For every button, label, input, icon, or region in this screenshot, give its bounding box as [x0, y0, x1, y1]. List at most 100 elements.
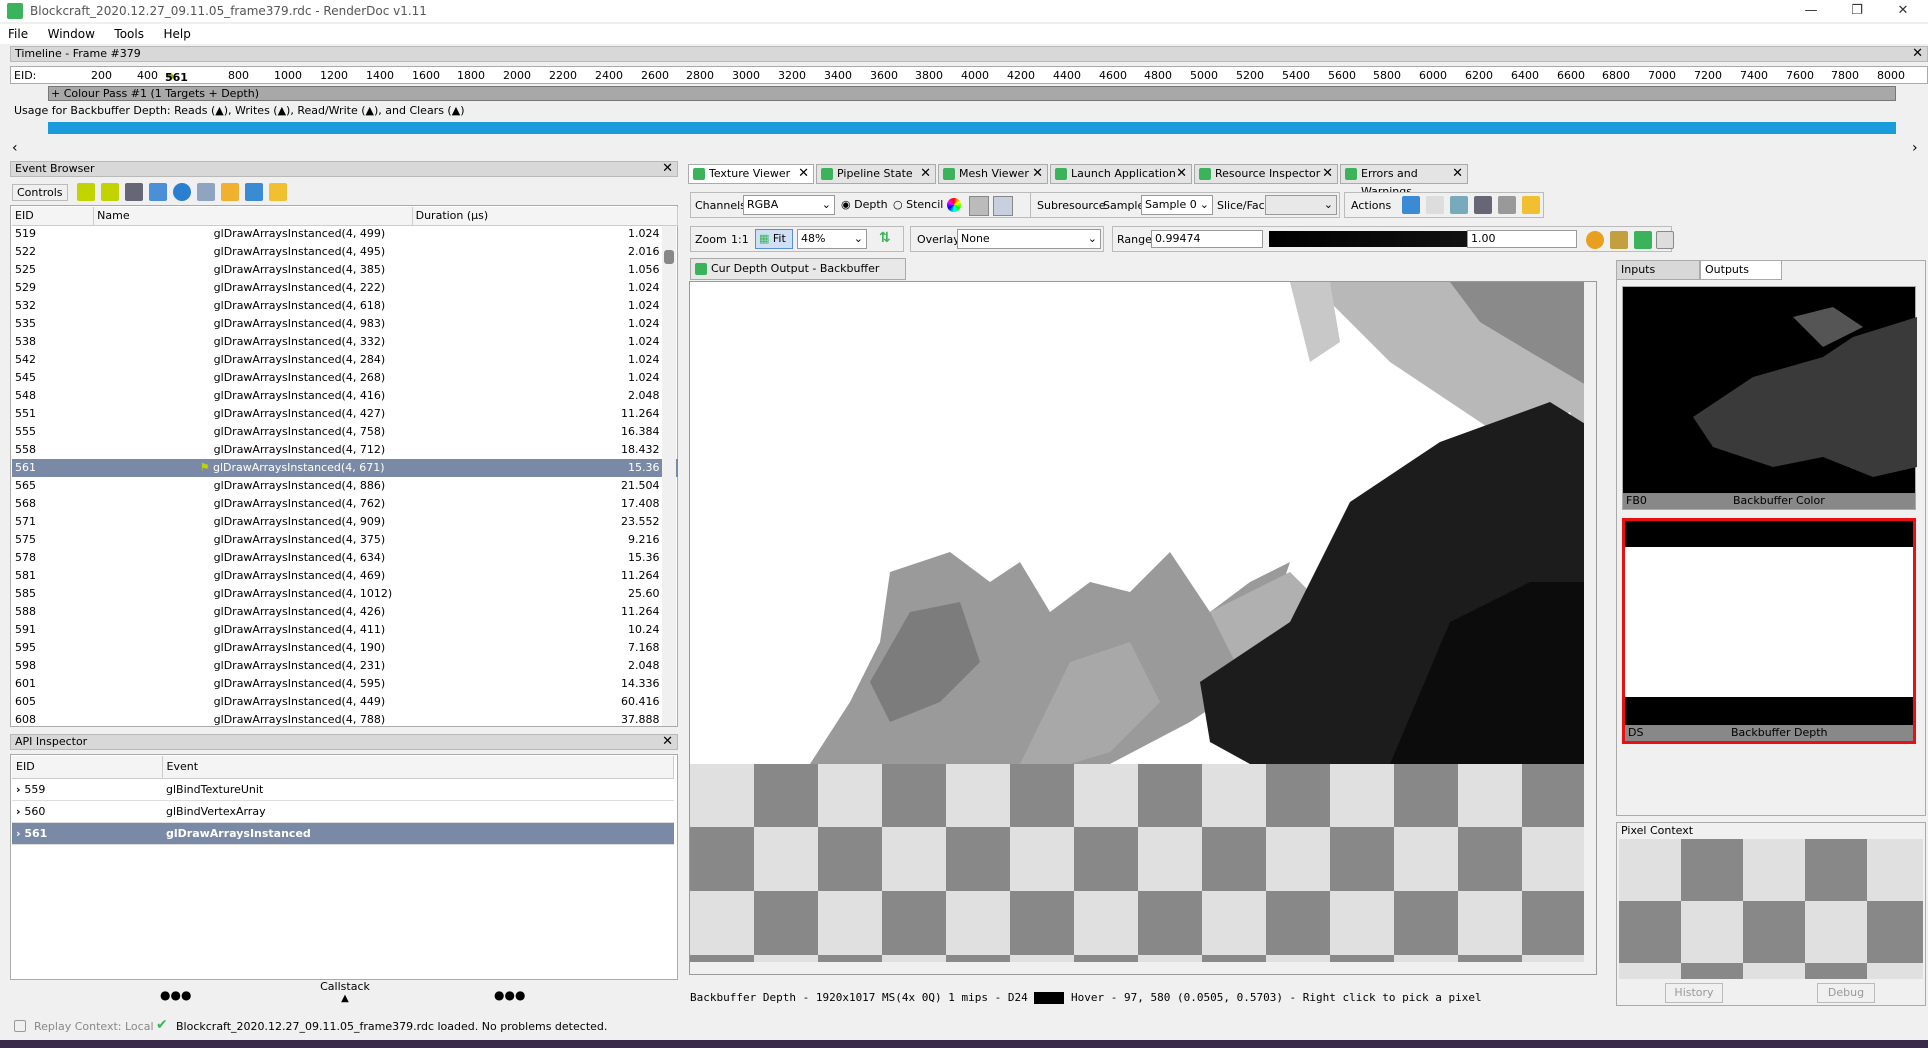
histogram-icon[interactable]	[1656, 231, 1674, 249]
event-row[interactable]: 578 glDrawArraysInstanced(4, 634) 15.36	[12, 549, 678, 567]
event-row[interactable]: 555 glDrawArraysInstanced(4, 758) 16.384	[12, 423, 678, 441]
api-row[interactable]: › 559 glBindTextureUnit	[12, 778, 674, 800]
tab-launch-application[interactable]: Launch Application ✕	[1050, 164, 1192, 184]
history-button[interactable]: History	[1665, 983, 1723, 1003]
event-row[interactable]: 585 glDrawArraysInstanced(4, 1012) 25.60	[12, 585, 678, 603]
col-duration[interactable]: Duration (µs)	[412, 207, 679, 226]
zoom-select[interactable]: 48% ⌄	[797, 229, 867, 249]
channels-select[interactable]: RGBA ⌄	[743, 195, 835, 215]
goto-icon[interactable]	[1474, 196, 1492, 214]
thumb-backbuffer-color[interactable]: FB0 Backbuffer Color	[1622, 286, 1917, 510]
sample-select[interactable]: Sample 0 ⌄	[1141, 195, 1213, 215]
zoom-1to1-button[interactable]: 1:1	[731, 233, 749, 246]
pixel-context-view[interactable]	[1619, 839, 1923, 979]
flip-icon[interactable]	[993, 196, 1013, 216]
scroll-thumb[interactable]	[664, 250, 674, 264]
event-row[interactable]: 605 glDrawArraysInstanced(4, 449) 60.416	[12, 693, 678, 711]
col-eid[interactable]: EID	[12, 207, 95, 226]
close-icon[interactable]: ✕	[662, 162, 673, 176]
link-icon[interactable]	[1498, 196, 1516, 214]
texture-canvas[interactable]	[689, 281, 1597, 975]
close-icon[interactable]: ✕	[1322, 165, 1333, 183]
fit-button[interactable]: ▦ Fit	[755, 229, 793, 249]
close-icon[interactable]: ✕	[798, 165, 809, 183]
event-row[interactable]: 532 glDrawArraysInstanced(4, 618) 1.024	[12, 297, 678, 315]
range-min-input[interactable]: 0.99474	[1151, 230, 1263, 248]
checkerboard-icon[interactable]	[969, 196, 989, 216]
color-wheel-icon[interactable]	[947, 198, 961, 212]
event-scrollbar[interactable]	[662, 226, 676, 726]
flip-vertical-icon[interactable]: ⇅	[879, 230, 891, 246]
close-icon[interactable]: ✕	[1912, 47, 1923, 61]
output-tab[interactable]: Cur Depth Output - Backbuffer Depth	[690, 258, 906, 295]
timeline-ruler[interactable]: EID: ⚑ 561 200 400 800 1000 1200 1400 1600 1800…	[10, 66, 1928, 84]
event-row[interactable]: 538 glDrawArraysInstanced(4, 332) 1.024	[12, 333, 678, 351]
stencil-radio[interactable]: ○ Stencil	[893, 198, 943, 211]
open-icon[interactable]	[1450, 196, 1468, 214]
settings-gear-icon[interactable]	[1522, 196, 1540, 214]
menu-help[interactable]: Help	[155, 24, 198, 41]
event-row[interactable]: 568 glDrawArraysInstanced(4, 762) 17.408	[12, 495, 678, 513]
columns-icon[interactable]	[196, 183, 215, 201]
overlay-select[interactable]: None ⌄	[957, 229, 1101, 249]
event-row[interactable]: 525 glDrawArraysInstanced(4, 385) 1.056	[12, 261, 678, 279]
range-max-input[interactable]: 1.00	[1467, 230, 1577, 248]
event-row[interactable]: 558 glDrawArraysInstanced(4, 712) 18.432	[12, 441, 678, 459]
event-row[interactable]: 519 glDrawArraysInstanced(4, 499) 1.024	[12, 225, 678, 243]
event-row[interactable]: 581 glDrawArraysInstanced(4, 469) 11.264	[12, 567, 678, 585]
copy-icon[interactable]	[1426, 196, 1444, 214]
menu-file[interactable]: File	[0, 24, 36, 41]
close-icon[interactable]: ✕	[662, 735, 673, 749]
bookmark-icon[interactable]	[148, 183, 167, 201]
api-row[interactable]: › 560 glBindVertexArray	[12, 800, 674, 822]
event-row[interactable]: 545 glDrawArraysInstanced(4, 268) 1.024	[12, 369, 678, 387]
forward-arrow-icon[interactable]	[100, 183, 119, 201]
menu-tools[interactable]: Tools	[106, 24, 152, 41]
event-row[interactable]: 565 glDrawArraysInstanced(4, 886) 21.504	[12, 477, 678, 495]
event-row[interactable]: 591 glDrawArraysInstanced(4, 411) 10.24	[12, 621, 678, 639]
api-col-eid[interactable]: EID	[12, 756, 163, 779]
scroll-left-icon[interactable]: ‹	[12, 140, 18, 156]
reset-icon[interactable]	[1634, 231, 1652, 249]
tab-errors-and-warnings[interactable]: Errors and Warnings✕	[1340, 164, 1468, 198]
inputs-tab[interactable]: Inputs	[1616, 260, 1700, 280]
event-row[interactable]: 561 ⚑ glDrawArraysInstanced(4, 671) 15.36	[12, 459, 678, 477]
back-arrow-icon[interactable]	[76, 183, 95, 201]
event-row[interactable]: 588 glDrawArraysInstanced(4, 426) 11.264	[12, 603, 678, 621]
col-name[interactable]: Name	[93, 207, 413, 226]
event-row[interactable]: 598 glDrawArraysInstanced(4, 231) 2.048	[12, 657, 678, 675]
slice-face-select[interactable]: ⌄	[1265, 195, 1337, 215]
close-icon[interactable]: ✕	[1176, 165, 1187, 183]
filter-icon[interactable]	[268, 183, 287, 201]
tab-texture-viewer[interactable]: Texture Viewer ✕	[688, 164, 814, 184]
event-row[interactable]: 571 glDrawArraysInstanced(4, 909) 23.552	[12, 513, 678, 531]
debug-button[interactable]: Debug	[1817, 983, 1875, 1003]
maximize-button[interactable]: ❐	[1834, 0, 1880, 22]
event-row[interactable]: 535 glDrawArraysInstanced(4, 983) 1.024	[12, 315, 678, 333]
tab-resource-inspector[interactable]: Resource Inspector ✕	[1194, 164, 1338, 184]
callstack-toggle[interactable]: Callstack ▲	[320, 980, 370, 1004]
close-icon[interactable]: ✕	[1452, 165, 1463, 183]
event-row[interactable]: 522 glDrawArraysInstanced(4, 495) 2.016	[12, 243, 678, 261]
canvas-hscroll[interactable]	[690, 962, 1596, 974]
scroll-right-icon[interactable]: ›	[1912, 140, 1918, 156]
outputs-tab[interactable]: Outputs	[1700, 260, 1782, 280]
menu-window[interactable]: Window	[40, 24, 103, 41]
close-window-button[interactable]: ✕	[1880, 0, 1926, 22]
find-icon[interactable]	[124, 183, 143, 201]
api-row[interactable]: › 561 glDrawArraysInstanced	[12, 822, 674, 844]
minimize-button[interactable]: —	[1788, 0, 1834, 22]
more-dots-right[interactable]: ●●●	[494, 988, 525, 1002]
tab-mesh-viewer[interactable]: Mesh Viewer ✕	[938, 164, 1048, 184]
canvas-vscroll[interactable]	[1584, 282, 1596, 974]
range-histogram[interactable]	[1269, 231, 1469, 247]
event-row[interactable]: 595 glDrawArraysInstanced(4, 190) 7.168	[12, 639, 678, 657]
tab-pipeline-state[interactable]: Pipeline State ✕	[816, 164, 936, 184]
depth-radio[interactable]: ◉ Depth	[841, 198, 888, 211]
close-icon[interactable]: ✕	[1032, 165, 1043, 183]
autofit-icon[interactable]	[1610, 231, 1628, 249]
save-texture-icon[interactable]	[1402, 196, 1420, 214]
close-icon[interactable]: ✕	[920, 165, 931, 183]
thumb-backbuffer-depth[interactable]: DS Backbuffer Depth	[1622, 518, 1916, 744]
event-row[interactable]: 548 glDrawArraysInstanced(4, 416) 2.048	[12, 387, 678, 405]
